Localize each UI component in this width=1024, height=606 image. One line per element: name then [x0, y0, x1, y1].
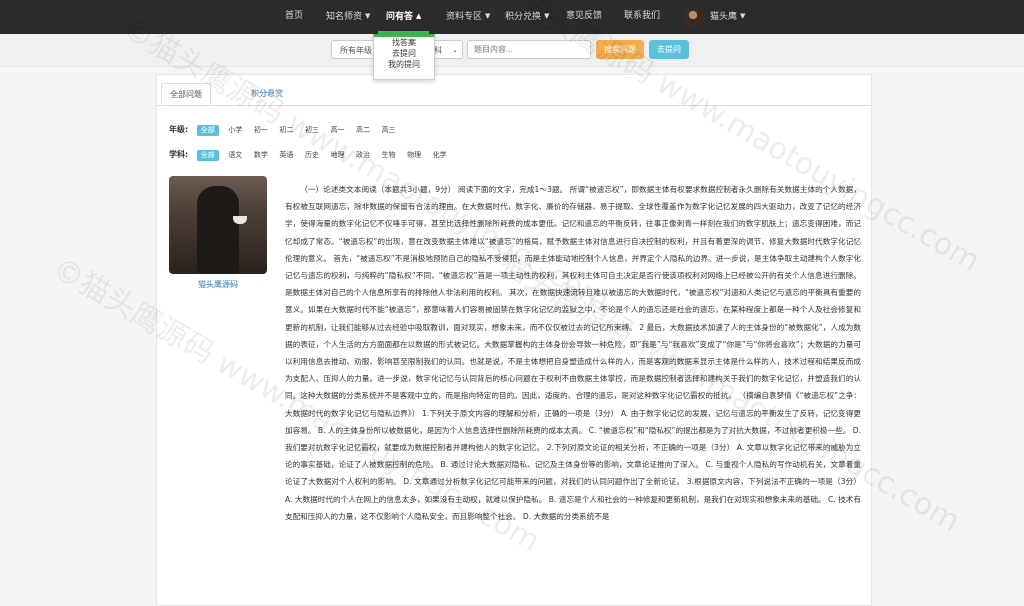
nav-contact[interactable]: 联系我们: [624, 0, 660, 34]
author-photo[interactable]: [169, 176, 267, 274]
avatar[interactable]: [684, 7, 704, 27]
subject-filter: 学科: 全部 语文 数学 英语 历史 地理 政治 生物 物理 化学: [169, 149, 454, 161]
subject-chip[interactable]: 历史: [303, 150, 321, 161]
dropdown-item-my-questions[interactable]: 我的提问: [374, 59, 434, 70]
subject-chip[interactable]: 语文: [226, 150, 244, 161]
chevron-down-icon: ▼: [485, 12, 491, 20]
grade-filter-label: 年级:: [169, 125, 189, 134]
tab-all-questions[interactable]: 全部问题: [161, 83, 211, 105]
chevron-down-icon: ▼: [544, 12, 550, 20]
nav-qa-label: 问有答: [386, 12, 414, 22]
subject-chip[interactable]: 物理: [405, 150, 423, 161]
top-nav: 首页 知名师资 ▼ 问有答 ▲ 资料专区 ▼ 积分兑换 ▼ 意见反馈 联系我们 猫头鹰 ▼: [0, 0, 1024, 34]
nav-feedback[interactable]: 意见反馈: [566, 0, 602, 34]
subject-chip[interactable]: 生物: [380, 150, 398, 161]
question-text[interactable]: （一）论述类文本阅读（本题共3小题，9分） 阅读下面的文字，完成1～3题。 所谓…: [285, 181, 861, 525]
grade-chip[interactable]: 全部: [196, 125, 219, 136]
tab-points-reward[interactable]: 积分悬赏: [243, 83, 291, 105]
nav-points-label: 积分兑换: [505, 12, 542, 22]
chevron-up-icon: ▲: [416, 12, 422, 20]
nav-home[interactable]: 首页: [285, 0, 303, 34]
user-menu[interactable]: 猫头鹰 ▼: [710, 0, 745, 34]
dropdown-item-find-answer[interactable]: 找答案: [374, 37, 434, 48]
chevron-down-icon: ▼: [740, 12, 746, 20]
nav-materials[interactable]: 资料专区 ▼: [446, 0, 490, 34]
grade-chip[interactable]: 高二: [354, 125, 372, 136]
search-button[interactable]: 搜索问题: [596, 40, 644, 59]
ask-button[interactable]: 去提问: [649, 40, 689, 59]
subject-chip[interactable]: 数学: [252, 150, 270, 161]
user-name: 猫头鹰: [710, 12, 738, 22]
nav-teachers[interactable]: 知名师资 ▼: [326, 0, 370, 34]
dropdown-item-ask[interactable]: 去提问: [374, 48, 434, 59]
grade-chip[interactable]: 初一: [252, 125, 270, 136]
subject-chip[interactable]: 全部: [196, 150, 219, 161]
nav-points[interactable]: 积分兑换 ▼: [505, 0, 549, 34]
grade-chip[interactable]: 初三: [303, 125, 321, 136]
chevron-down-icon: ▼: [365, 12, 371, 20]
grade-chip[interactable]: 初二: [277, 125, 295, 136]
main-panel: 全部问题 积分悬赏 年级: 全部 小学 初一 初二 初三 高一 高二 高三 学科…: [156, 74, 872, 606]
author-name-link[interactable]: 猫头鹰源码: [169, 279, 267, 290]
qa-dropdown-menu: 找答案 去提问 我的提问: [373, 34, 435, 80]
subject-filter-label: 学科:: [169, 150, 189, 159]
chevron-down-icon: ⌄: [452, 46, 458, 54]
nav-qa[interactable]: 问有答 ▲: [377, 0, 430, 34]
nav-materials-label: 资料专区: [446, 12, 483, 22]
grade-chip[interactable]: 高三: [380, 125, 398, 136]
question-tabs: 全部问题 积分悬赏: [157, 83, 871, 106]
subject-chip[interactable]: 英语: [277, 150, 295, 161]
author-figure: [197, 186, 239, 274]
grade-chip[interactable]: 小学: [226, 125, 244, 136]
grade-select-value: 所有年级: [340, 46, 372, 55]
subject-chip[interactable]: 地理: [328, 150, 346, 161]
subject-chip[interactable]: 政治: [354, 150, 372, 161]
grade-chip[interactable]: 高一: [328, 125, 346, 136]
cup-shape: [233, 216, 247, 224]
nav-teachers-label: 知名师资: [326, 12, 363, 22]
subject-chip[interactable]: 化学: [431, 150, 449, 161]
grade-filter: 年级: 全部 小学 初一 初二 初三 高一 高二 高三: [169, 124, 403, 136]
search-bar: 所有年级 科 ⌄ 搜索问题 去提问: [0, 34, 1024, 67]
search-input[interactable]: [467, 40, 591, 59]
subject-select-value: 科: [434, 46, 442, 55]
